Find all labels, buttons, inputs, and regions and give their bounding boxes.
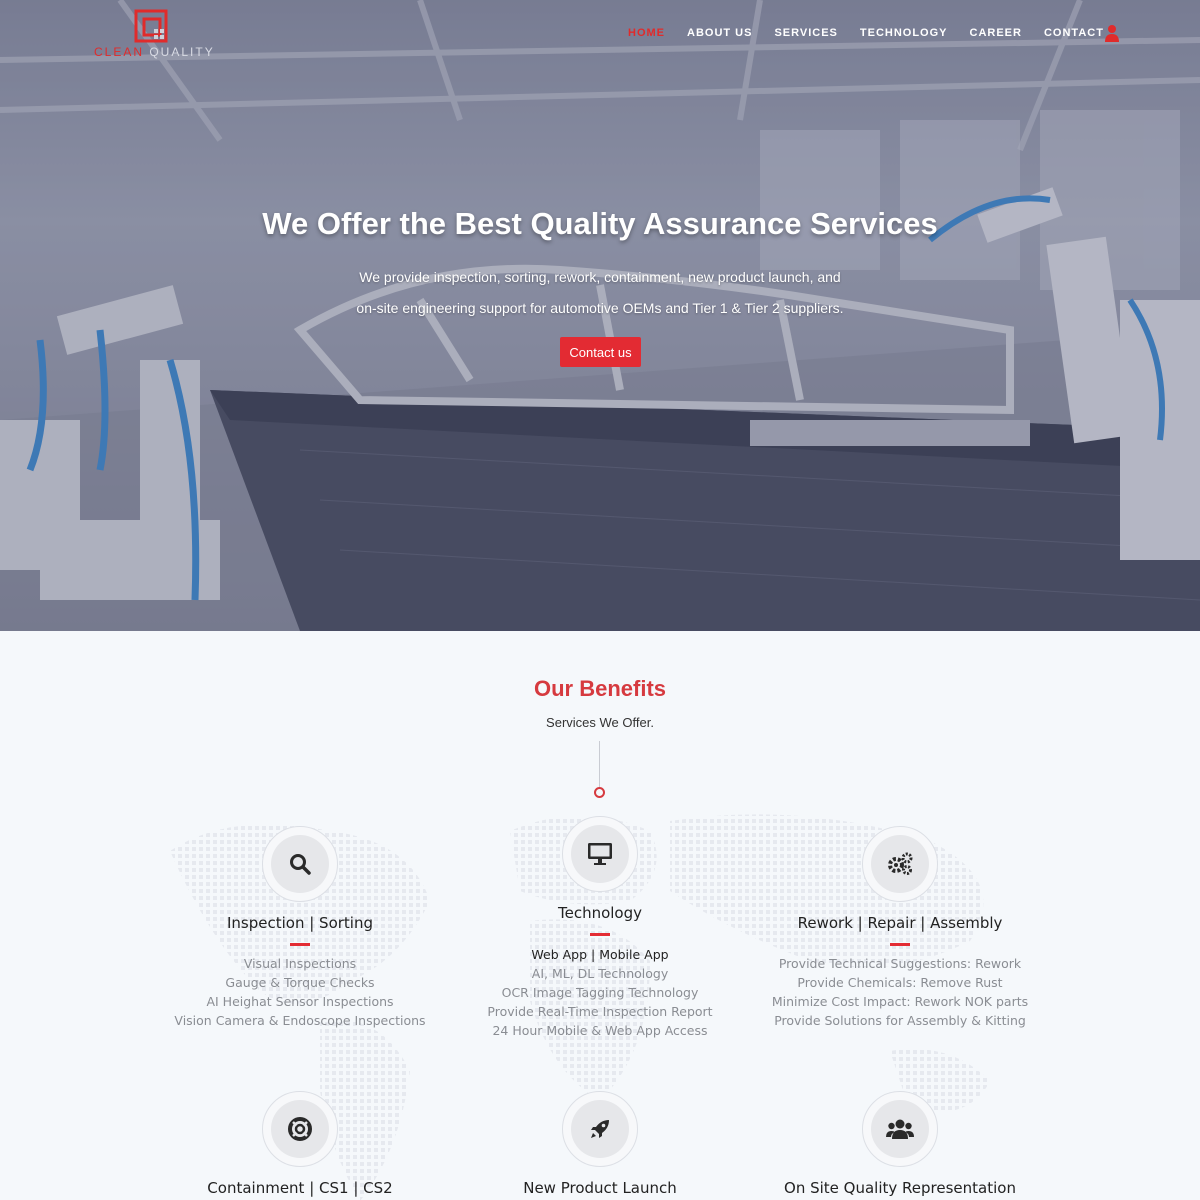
list-item: Web App | Mobile App [531, 947, 669, 962]
hero-subtitle-line-1: We provide inspection, sorting, rework, … [359, 269, 841, 285]
nav-item-home[interactable]: HOME [628, 27, 665, 39]
benefit-title-underline [590, 933, 610, 936]
list-item: OCR Image Tagging Technology [501, 985, 699, 1000]
list-item: Vision Camera & Endoscope Inspections [174, 1013, 426, 1028]
hero-section: CLEAN QUALITY HOME ABOUT US SERVICES TEC… [0, 0, 1200, 631]
hero-subtitle-line-2: on-site engineering support for automoti… [356, 300, 844, 316]
benefits-subtitle: Services We Offer. [546, 715, 654, 730]
rocket-icon [591, 1120, 609, 1138]
list-item: Provide Technical Suggestions: Rework [778, 956, 1022, 971]
hero-title: We Offer the Best Quality Assurance Serv… [262, 206, 938, 241]
brand-logo[interactable]: CLEAN QUALITY [94, 9, 215, 61]
nav-item-services[interactable]: SERVICES [774, 27, 837, 39]
main-nav: HOME ABOUT US SERVICES TECHNOLOGY CAREER… [628, 27, 1104, 39]
list-item: Provide Solutions for Assembly & Kitting [774, 1013, 1026, 1028]
logo-mark-icon [134, 9, 168, 43]
benefits-section: Our Benefits Services We Offer. Inspecti… [0, 631, 1200, 1200]
benefit-title: On Site Quality Representation [784, 1179, 1016, 1197]
list-item: Minimize Cost Impact: Rework NOK parts [771, 994, 1029, 1009]
gears-icon [888, 852, 913, 875]
benefit-title: Rework | Repair | Assembly [797, 914, 1003, 932]
list-item: Provide Real-Time Inspection Report [487, 1004, 713, 1019]
benefit-title: New Product Launch [523, 1179, 677, 1197]
nav-item-technology[interactable]: TECHNOLOGY [860, 27, 948, 39]
benefits-title: Our Benefits [533, 676, 667, 701]
nav-item-contact[interactable]: CONTACT [1044, 27, 1104, 39]
navbar: CLEAN QUALITY HOME ABOUT US SERVICES TEC… [0, 0, 1200, 66]
benefit-icon-ring [562, 1091, 638, 1167]
users-icon [886, 1119, 914, 1139]
list-item: 24 Hour Mobile & Web App Access [492, 1023, 708, 1038]
list-item: Gauge & Torque Checks [225, 975, 375, 990]
benefit-title-underline [890, 943, 910, 946]
brand-name: CLEAN QUALITY [94, 45, 215, 59]
divider-line [599, 741, 600, 787]
benefit-icon-ring [262, 1091, 338, 1167]
benefit-icon-ring [862, 826, 938, 902]
contact-us-button[interactable]: Contact us [560, 337, 641, 367]
list-item: Provide Chemicals: Remove Rust [797, 975, 1003, 990]
benefit-icon-ring [262, 826, 338, 902]
monitor-icon [588, 843, 612, 865]
benefit-list: Visual Inspections Gauge & Torque Checks… [150, 954, 450, 1030]
list-item: AI Heighat Sensor Inspections [206, 994, 394, 1009]
nav-item-about-us[interactable]: ABOUT US [687, 27, 752, 39]
benefit-list: Provide Technical Suggestions: Rework Pr… [750, 954, 1050, 1030]
benefit-icon-ring [862, 1091, 938, 1167]
life-ring-icon [288, 1117, 312, 1141]
benefit-title: Containment | CS1 | CS2 [207, 1179, 393, 1197]
benefit-title: Technology [557, 904, 643, 922]
search-icon [290, 854, 311, 875]
nav-item-career[interactable]: CAREER [970, 27, 1022, 39]
benefit-title: Inspection | Sorting [226, 914, 373, 932]
benefit-icon-ring [562, 816, 638, 892]
list-item: Visual Inspections [243, 956, 357, 971]
list-item: AI, ML, DL Technology [531, 966, 669, 981]
divider-dot [594, 787, 605, 798]
user-icon[interactable] [1103, 24, 1121, 42]
benefit-list: Web App | Mobile App AI, ML, DL Technolo… [450, 945, 750, 1040]
benefit-title-underline [290, 943, 310, 946]
